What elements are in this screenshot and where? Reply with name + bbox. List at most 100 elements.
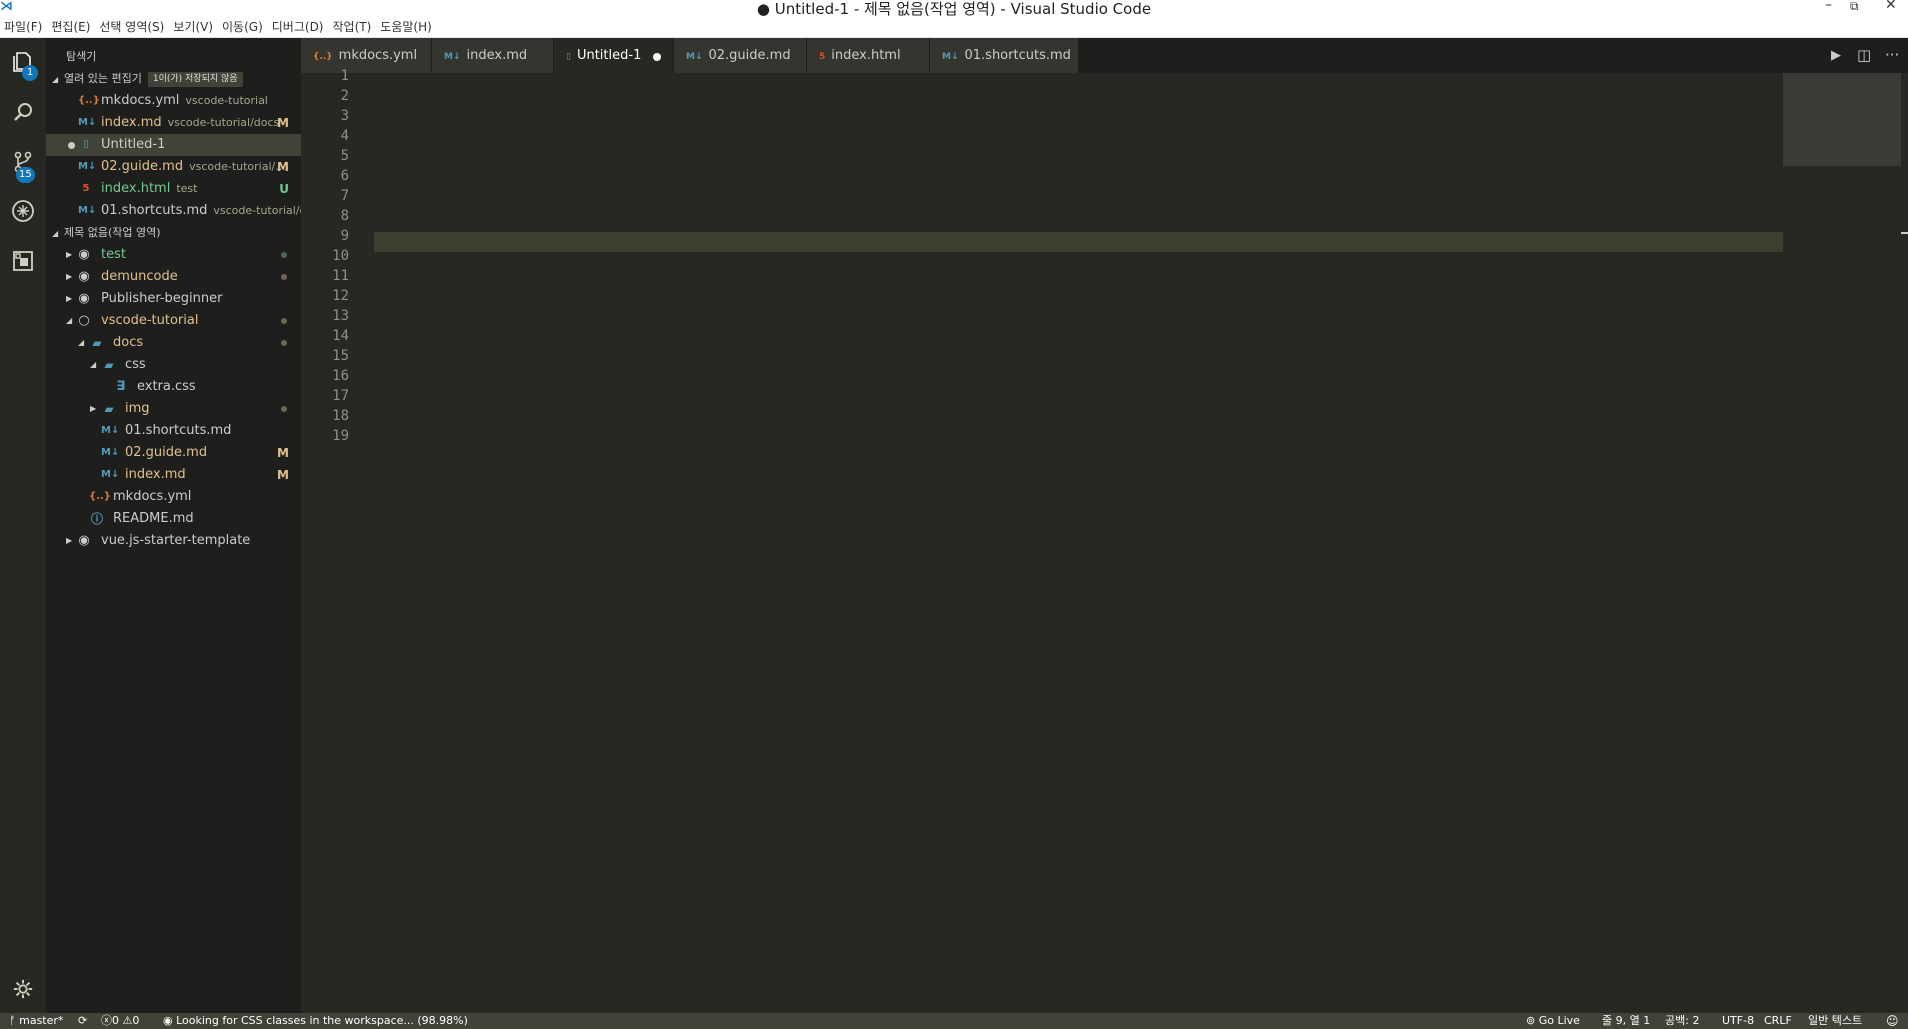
tree-item-extra-css[interactable]: ∃ extra.css [46, 376, 301, 398]
minimap-slider[interactable] [1783, 73, 1901, 166]
tree-item-publisher-beginner[interactable]: ▶ ◉ Publisher-beginner [46, 288, 301, 310]
source-control-icon[interactable]: 15 [6, 145, 40, 183]
tab-untitled-1[interactable]: ▯ Untitled-1 [554, 38, 674, 73]
split-editor-icon[interactable]: ◫ [1857, 38, 1871, 73]
debug-icon[interactable] [6, 194, 40, 228]
status-message-text: Looking for CSS classes in the workspace… [176, 1014, 468, 1027]
tab-label: Untitled-1 [576, 48, 642, 63]
line-number: 9 [340, 228, 349, 244]
chevron-right-icon: ▶ [66, 294, 73, 303]
indentation-setting[interactable]: 공백: 2 [1665, 1013, 1699, 1029]
line-number: 5 [340, 148, 349, 164]
open-editor-item[interactable]: {..} mkdocs.yml vscode-tutorial [46, 90, 301, 112]
minimize-icon[interactable]: – [1825, 0, 1832, 13]
line-number: 15 [332, 348, 349, 364]
menu-view[interactable]: 보기(V) [171, 18, 220, 35]
open-editor-item[interactable]: ▯ Untitled-1 [46, 134, 301, 156]
open-editors-header[interactable]: ◢ 열려 있는 편집기 1이(가) 저장되지 않음 [46, 68, 301, 90]
status-dot-icon [281, 274, 287, 280]
tree-item-label: mkdocs.yml [113, 489, 192, 504]
open-editor-item[interactable]: M↓ index.md vscode-tutorial/docs M [46, 112, 301, 134]
eol-setting[interactable]: CRLF [1764, 1013, 1792, 1029]
folder-icon: ▰ [92, 336, 102, 350]
tree-item-img[interactable]: ▶ ▰ img [46, 398, 301, 420]
cursor-scroll-marker [1901, 232, 1908, 234]
dirty-dot-icon [68, 142, 75, 149]
tab-index-md[interactable]: M↓ index.md [432, 38, 554, 73]
repo-icon: ◉ [78, 291, 90, 306]
more-icon[interactable]: ··· [1885, 38, 1899, 73]
language-mode[interactable]: 일반 텍스트 [1808, 1013, 1862, 1029]
explorer-sidebar: 탐색기 ◢ 열려 있는 편집기 1이(가) 저장되지 않음 {..} mkdocs.… [46, 38, 301, 1013]
file-desc: vscode-tutorial [185, 94, 268, 107]
search-icon-glyph [14, 103, 32, 121]
tree-item-index-md[interactable]: M↓ index.md M [46, 464, 301, 486]
markdown-file-icon: M↓ [101, 469, 120, 480]
tree-item-label: vscode-tutorial [101, 313, 199, 328]
title-bar: ⋊ ● Untitled-1 - 제목 없음(작업 영역) - Visual S… [0, 0, 1908, 18]
tree-item-guide-md[interactable]: M↓ 02.guide.md M [46, 442, 301, 464]
tree-item-label: Publisher-beginner [101, 291, 223, 306]
menu-edit[interactable]: 편집(E) [49, 18, 97, 35]
restore-icon[interactable]: ⧉ [1850, 0, 1859, 14]
tree-item-demuncode[interactable]: ▶ ◉ demuncode [46, 266, 301, 288]
markdown-file-icon: M↓ [78, 117, 97, 128]
tree-item-css[interactable]: ◢ ▰ css [46, 354, 301, 376]
open-editor-item[interactable]: M↓ 02.guide.md vscode-tutorial/... M [46, 156, 301, 178]
menu-file[interactable]: 파일(F) [2, 18, 49, 35]
editor-area[interactable]: 1 2 3 4 5 6 7 8 9 10 11 12 13 14 15 16 17 18 19 [301, 68, 1908, 1013]
yaml-file-icon: {..} [78, 95, 100, 106]
run-icon[interactable]: ▶ [1831, 38, 1841, 73]
tree-item-mkdocs-yml[interactable]: {..} mkdocs.yml [46, 486, 301, 508]
line-number: 18 [332, 408, 349, 424]
tab-guide-md[interactable]: M↓ 02.guide.md [674, 38, 807, 73]
line-number: 4 [340, 128, 349, 144]
menu-debug[interactable]: 디버그(D) [270, 18, 331, 35]
cursor-position[interactable]: 줄 9, 열 1 [1602, 1013, 1650, 1029]
tree-item-shortcuts-md[interactable]: M↓ 01.shortcuts.md [46, 420, 301, 442]
files-icon[interactable]: 1 [6, 45, 40, 81]
folder-icon: ▰ [104, 358, 114, 372]
close-icon[interactable]: ✕ [1885, 0, 1897, 13]
git-branch[interactable]: ᚠ master* [9, 1013, 63, 1029]
tree-item-readme-md[interactable]: ⓘ README.md [46, 508, 301, 530]
sync-icon[interactable]: ⟳ [78, 1013, 87, 1029]
gear-icon[interactable] [6, 972, 40, 1006]
tree-item-docs[interactable]: ◢ ▰ docs [46, 332, 301, 354]
extensions-icon-glyph [13, 251, 33, 271]
tab-shortcuts-md[interactable]: M↓ 01.shortcuts.md [930, 38, 1079, 73]
error-count: 0 [112, 1014, 119, 1027]
go-live-label: Go Live [1538, 1014, 1580, 1027]
search-icon[interactable] [6, 95, 40, 129]
line-number: 7 [340, 188, 349, 204]
dirty-dot-icon[interactable] [653, 53, 661, 61]
feedback-icon[interactable]: ☺ [1886, 1013, 1899, 1029]
tree-item-test[interactable]: ▶ ◉ test [46, 244, 301, 266]
problems-indicator[interactable]: ⓧ0 ⚠0 [101, 1013, 139, 1029]
activity-bar: 1 15 [0, 38, 46, 1013]
tree-item-label: 02.guide.md [125, 445, 208, 460]
open-editor-item[interactable]: 5 index.html test U [46, 178, 301, 200]
tree-item-vue-starter[interactable]: ▶ ◉ vue.js-starter-template [46, 530, 301, 552]
status-bar: ᚠ master* ⟳ ⓧ0 ⚠0 ◉ Looking for CSS clas… [0, 1013, 1908, 1029]
tree-item-vscode-tutorial[interactable]: ◢ ○ vscode-tutorial [46, 310, 301, 332]
encoding-setting[interactable]: UTF-8 [1722, 1013, 1754, 1029]
status-dot-icon [281, 318, 287, 324]
workspace-header[interactable]: ◢ 제목 없음(작업 영역) [46, 222, 301, 244]
open-editor-item[interactable]: M↓ 01.shortcuts.md vscode-tutorial/do... [46, 200, 301, 222]
line-number: 14 [332, 328, 349, 344]
extensions-icon[interactable] [6, 244, 40, 278]
menu-tasks[interactable]: 작업(T) [331, 18, 379, 35]
line-number: 10 [332, 248, 349, 264]
menu-selection[interactable]: 선택 영역(S) [97, 18, 171, 35]
tab-index-html[interactable]: 5 index.html [807, 38, 930, 73]
menu-go[interactable]: 이동(G) [220, 18, 270, 35]
menu-help[interactable]: 도움말(H) [378, 18, 439, 35]
line-number: 3 [340, 108, 349, 124]
open-editor-name: 02.guide.md vscode-tutorial/... [101, 156, 286, 178]
unsaved-badge: 1이(가) 저장되지 않음 [147, 71, 243, 87]
go-live-button[interactable]: ⊚ Go Live [1526, 1013, 1580, 1029]
file-name: 02.guide.md [101, 159, 184, 174]
chevron-right-icon: ▶ [66, 250, 73, 259]
line-number: 6 [340, 168, 349, 184]
